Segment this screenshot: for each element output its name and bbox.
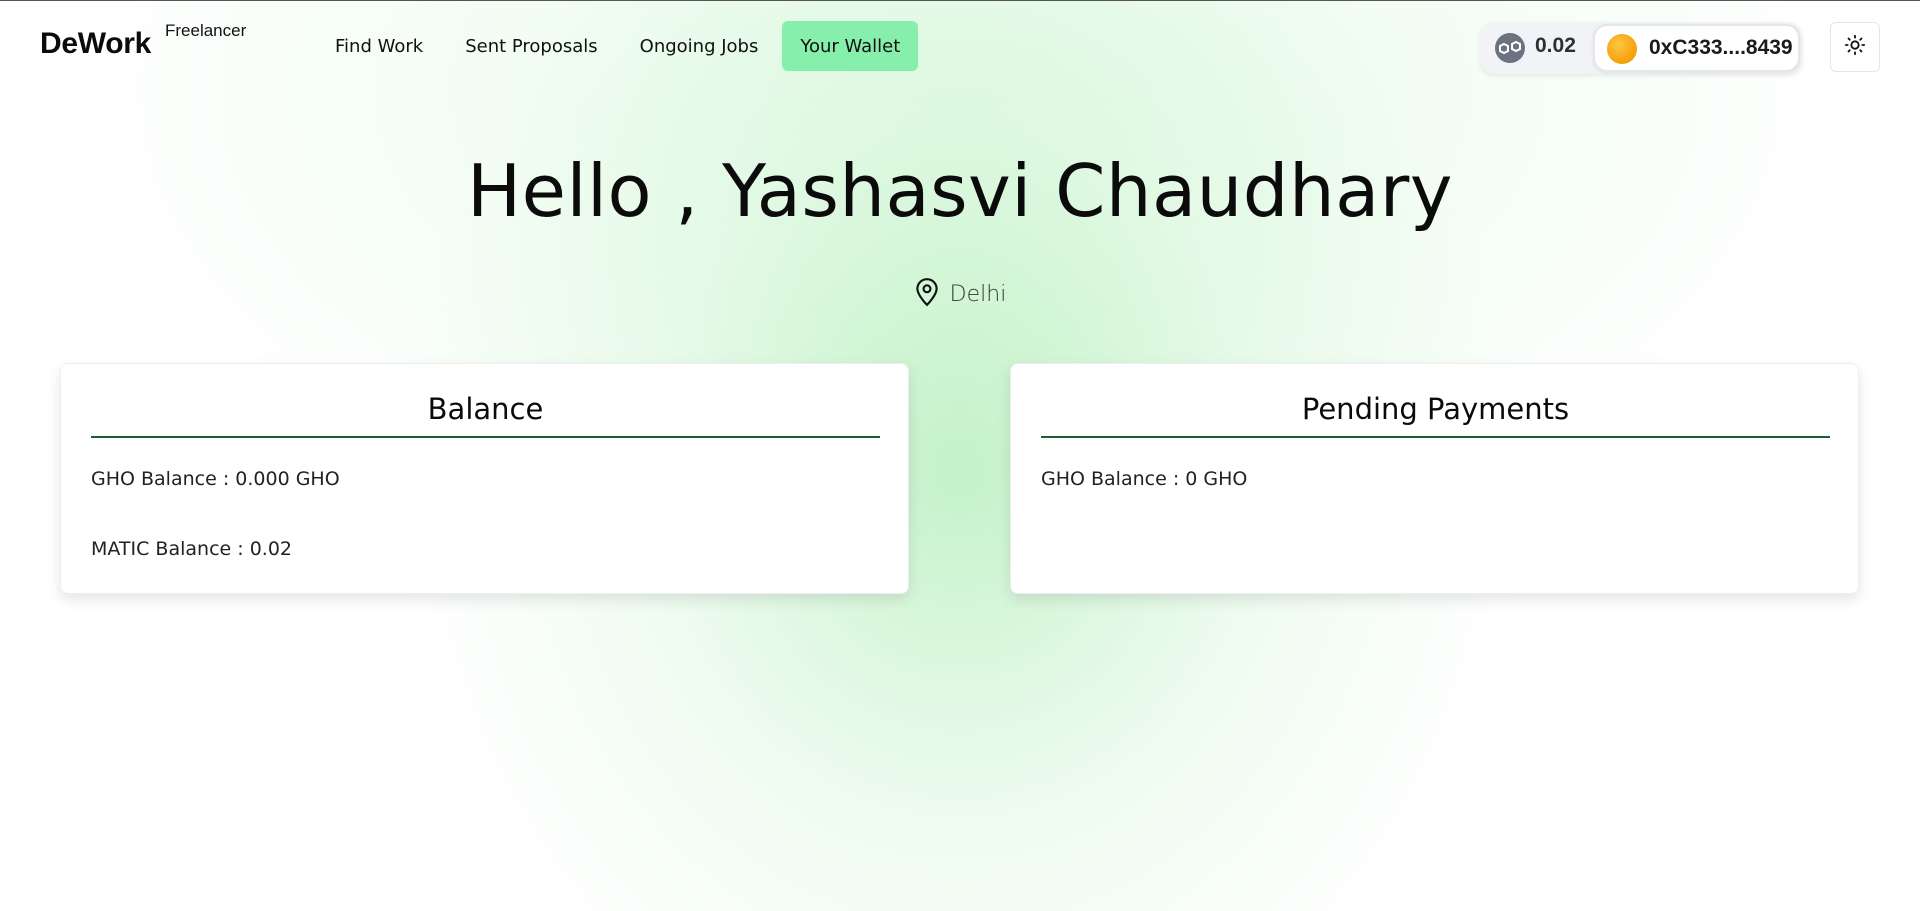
top-navbar: DeWork Freelancer Find Work Sent Proposa… [0, 1, 1920, 93]
nav-ongoing-jobs[interactable]: Ongoing Jobs [622, 21, 777, 71]
account-avatar [1607, 34, 1637, 64]
pending-payments-title: Pending Payments [1041, 392, 1830, 438]
location-text: Delhi [949, 281, 1007, 307]
pending-payments-card: Pending Payments GHO Balance : 0 GHO [1010, 363, 1859, 594]
role-label: Freelancer [165, 21, 247, 40]
user-location: Delhi [0, 277, 1920, 311]
brand-logo[interactable]: DeWork [40, 27, 151, 61]
pending-gho-balance-text: GHO Balance : 0 GHO [1041, 468, 1248, 490]
main-nav: Find Work Sent Proposals Ongoing Jobs Yo… [317, 21, 919, 71]
nav-find-work[interactable]: Find Work [317, 21, 441, 71]
theme-toggle-button[interactable] [1830, 22, 1880, 72]
chain-balance-value: 0.02 [1535, 34, 1576, 57]
account-button[interactable]: 0xC333....8439 [1593, 24, 1800, 72]
account-address: 0xC333....8439 [1649, 36, 1793, 59]
sun-icon [1844, 34, 1866, 60]
nav-your-wallet[interactable]: Your Wallet [782, 21, 919, 71]
balance-card-title: Balance [91, 392, 880, 438]
nav-sent-proposals[interactable]: Sent Proposals [447, 21, 615, 71]
balance-card: Balance GHO Balance : 0.000 GHO MATIC Ba… [60, 363, 909, 594]
polygon-matic-icon [1495, 33, 1525, 63]
gho-balance-text: GHO Balance : 0.000 GHO [91, 468, 340, 490]
matic-balance-text: MATIC Balance : 0.02 [91, 538, 292, 560]
page-greeting: Hello , Yashasvi Chaudhary [467, 149, 1453, 233]
map-pin-icon [914, 277, 940, 311]
